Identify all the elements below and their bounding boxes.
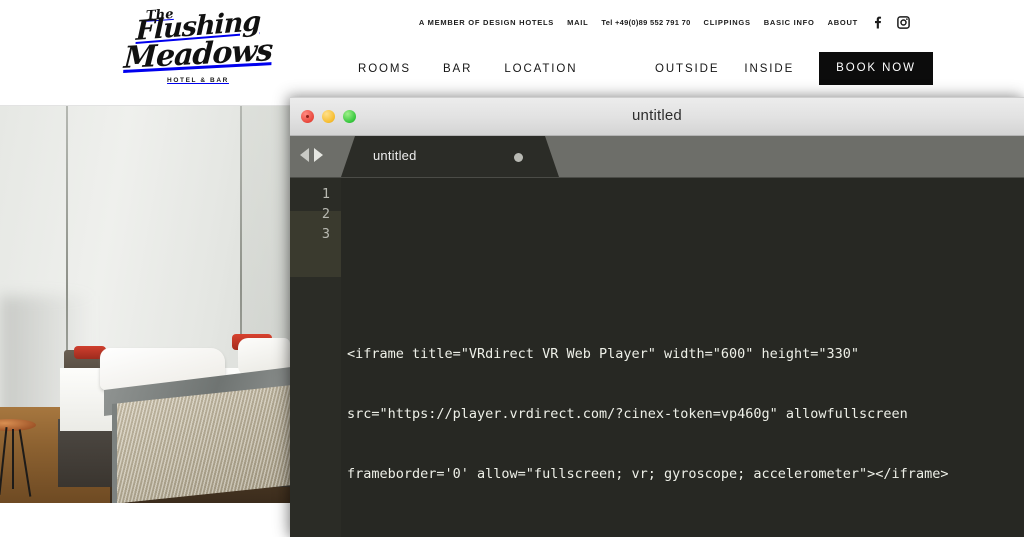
code-content[interactable]: <iframe title="VRdirect VR Web Player" w… <box>347 184 1020 524</box>
nav-link-location[interactable]: LOCATION <box>504 62 577 77</box>
facebook-icon[interactable] <box>871 16 884 29</box>
util-link-telephone[interactable]: Tel +49(0)89 552 791 70 <box>601 19 690 27</box>
photo-knit-blanket <box>112 384 290 503</box>
util-link-clippings[interactable]: CLIPPINGS <box>704 19 751 27</box>
nav-link-bar[interactable]: BAR <box>443 62 472 77</box>
code-line-3a: <iframe title="VRdirect VR Web Player" w… <box>347 346 860 362</box>
tab-modified-dot[interactable] <box>514 153 523 162</box>
main-navigation-left: ROOMS BAR LOCATION <box>358 62 577 77</box>
logo-subtitle: HOTEL & BAR <box>167 77 229 85</box>
line-numbers: 1 2 3 <box>290 184 330 244</box>
nav-link-inside[interactable]: INSIDE <box>744 62 794 77</box>
window-title: untitled <box>632 107 682 124</box>
editor-tabbar: untitled <box>290 136 1024 178</box>
logo-word-meadows: Meadows <box>122 32 274 76</box>
util-link-basic-info[interactable]: BASIC INFO <box>764 19 815 27</box>
util-link-mail[interactable]: MAIL <box>567 19 588 27</box>
hero-room-photo <box>0 105 290 503</box>
nav-link-rooms[interactable]: ROOMS <box>358 62 411 77</box>
code-editor-area[interactable]: 1 2 3 <iframe title="VRdirect VR Web Pla… <box>290 178 1024 537</box>
line-number: 2 <box>321 206 330 222</box>
window-titlebar[interactable]: untitled <box>290 98 1024 136</box>
tab-label: untitled <box>373 148 417 163</box>
site-logo[interactable]: The Flushing Meadows HOTEL & BAR <box>112 6 284 102</box>
instagram-icon[interactable] <box>897 16 910 29</box>
code-line-3b: src="https://player.vrdirect.com/?cinex-… <box>347 406 908 422</box>
line-number: 1 <box>321 186 330 202</box>
code-line-3c: frameborder='0' allow="fullscreen; vr; g… <box>347 466 949 482</box>
site-header: The Flushing Meadows HOTEL & BAR A MEMBE… <box>0 0 1024 106</box>
text-editor-window: untitled untitled 1 2 3 <iframe title="V… <box>290 97 1024 537</box>
main-navigation-right: OUTSIDE INSIDE BOOK NOW <box>655 52 933 85</box>
tab-navigation-arrows <box>300 148 323 162</box>
book-now-button[interactable]: BOOK NOW <box>819 52 933 85</box>
util-link-member-of-design-hotels[interactable]: A MEMBER OF DESIGN HOTELS <box>419 19 554 27</box>
utility-navigation: A MEMBER OF DESIGN HOTELS MAIL Tel +49(0… <box>419 16 910 29</box>
photo-side-table-leg <box>12 429 14 490</box>
util-link-about[interactable]: ABOUT <box>828 19 858 27</box>
line-number: 3 <box>321 226 330 242</box>
previous-tab-icon[interactable] <box>300 148 309 162</box>
nav-link-outside[interactable]: OUTSIDE <box>655 62 719 77</box>
next-tab-icon[interactable] <box>314 148 323 162</box>
